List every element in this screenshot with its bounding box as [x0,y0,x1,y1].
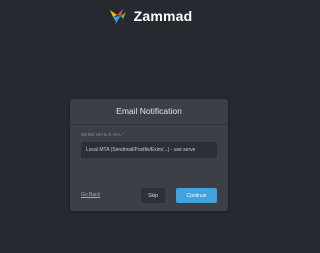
send-mails-via-select[interactable]: Local MTA (Sendmail/Postfix/Exim/...) - … [81,142,217,158]
go-back-link[interactable]: Go Back [81,192,100,198]
select-value: Local MTA (Sendmail/Postfix/Exim/...) - … [86,147,196,153]
field-label-text: SEND MAILS VIA [81,132,121,137]
skip-button[interactable]: Skip [141,188,165,203]
card-divider [70,124,228,125]
brand-name: Zammad [133,8,193,24]
zammad-bird-logo-icon [109,9,126,25]
setup-page: Zammad Email Notification SEND MAILS VIA… [0,0,300,253]
card-footer: Go Back Skip Continue [81,188,217,204]
brand-logo: Zammad [0,6,300,26]
send-mails-via-label: SEND MAILS VIA * [81,132,124,137]
continue-button[interactable]: Continue [176,188,217,203]
email-notification-card: Email Notification SEND MAILS VIA * Loca… [70,99,228,211]
card-title: Email Notification [116,106,182,116]
required-marker: * [122,132,125,137]
